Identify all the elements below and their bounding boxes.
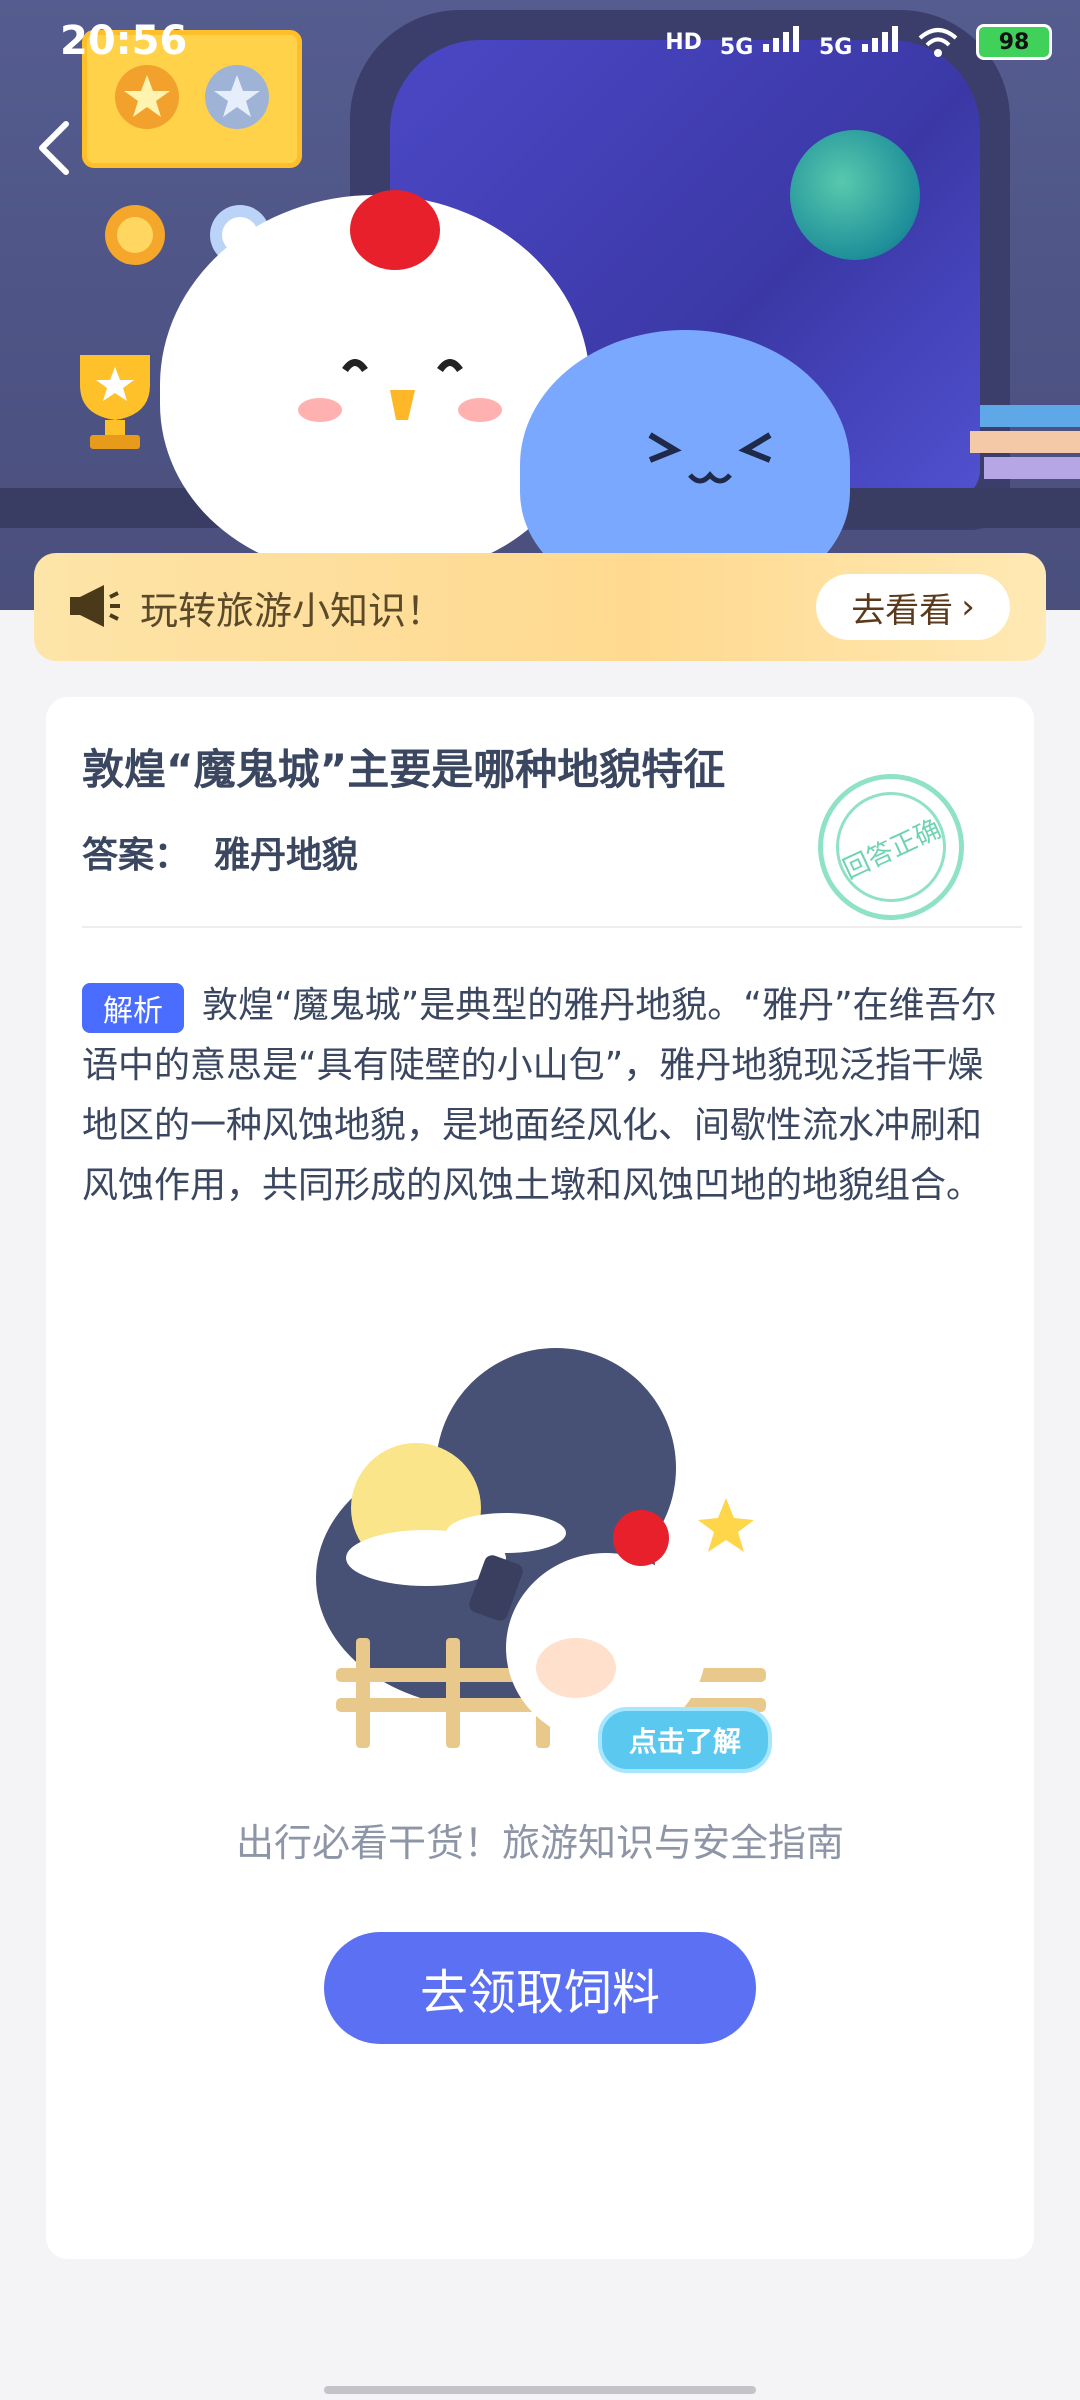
megaphone-icon — [70, 585, 120, 627]
learn-more-pill[interactable]: 点击了解 — [598, 1707, 772, 1773]
travel-caption[interactable]: 出行必看干货！旅游知识与安全指南 — [0, 1812, 1080, 1867]
trophy-icon — [80, 355, 150, 449]
answer-label: 答案： — [82, 835, 191, 876]
chicken-face — [298, 359, 502, 422]
claim-feed-button[interactable]: 去领取饲料 — [324, 1932, 756, 2044]
hd-label: HD — [665, 29, 702, 55]
notice-text: 玩转旅游小知识！ — [140, 589, 445, 633]
home-indicator[interactable] — [324, 2386, 756, 2394]
chevron-right-icon: › — [961, 587, 975, 627]
status-bar: 20:56 HD 5G 5G 98 — [0, 0, 1080, 84]
correct-stamp-text: 回答正确 — [817, 773, 965, 921]
signal-icon: 5G — [720, 24, 801, 60]
chicken-comb — [350, 190, 440, 270]
wifi-icon — [918, 28, 958, 57]
go-see-label: 去看看 — [851, 590, 954, 631]
analysis-text: 敦煌“魔鬼城”是典型的雅丹地貌。“雅丹”在维吾尔语中的意思是“具有陡壁的小山包”… — [82, 985, 997, 1206]
back-arrow-icon[interactable] — [30, 118, 80, 178]
travel-illustration[interactable] — [316, 1328, 766, 1768]
hero-illustration — [0, 0, 1080, 610]
status-icons: HD 5G 5G 98 — [665, 20, 1052, 64]
books-icon — [970, 405, 1080, 479]
divider — [82, 926, 1022, 928]
signal-icon-2: 5G — [819, 24, 900, 60]
status-time: 20:56 — [60, 18, 188, 64]
planet-icon — [790, 130, 920, 260]
answer-value: 雅丹地貌 — [214, 835, 359, 876]
battery-indicator: 98 — [976, 24, 1052, 60]
question-title: 敦煌“魔鬼城”主要是哪种地貌特征 — [82, 745, 726, 794]
alien-face — [648, 432, 772, 484]
go-see-button[interactable]: 去看看 › — [816, 574, 1010, 640]
